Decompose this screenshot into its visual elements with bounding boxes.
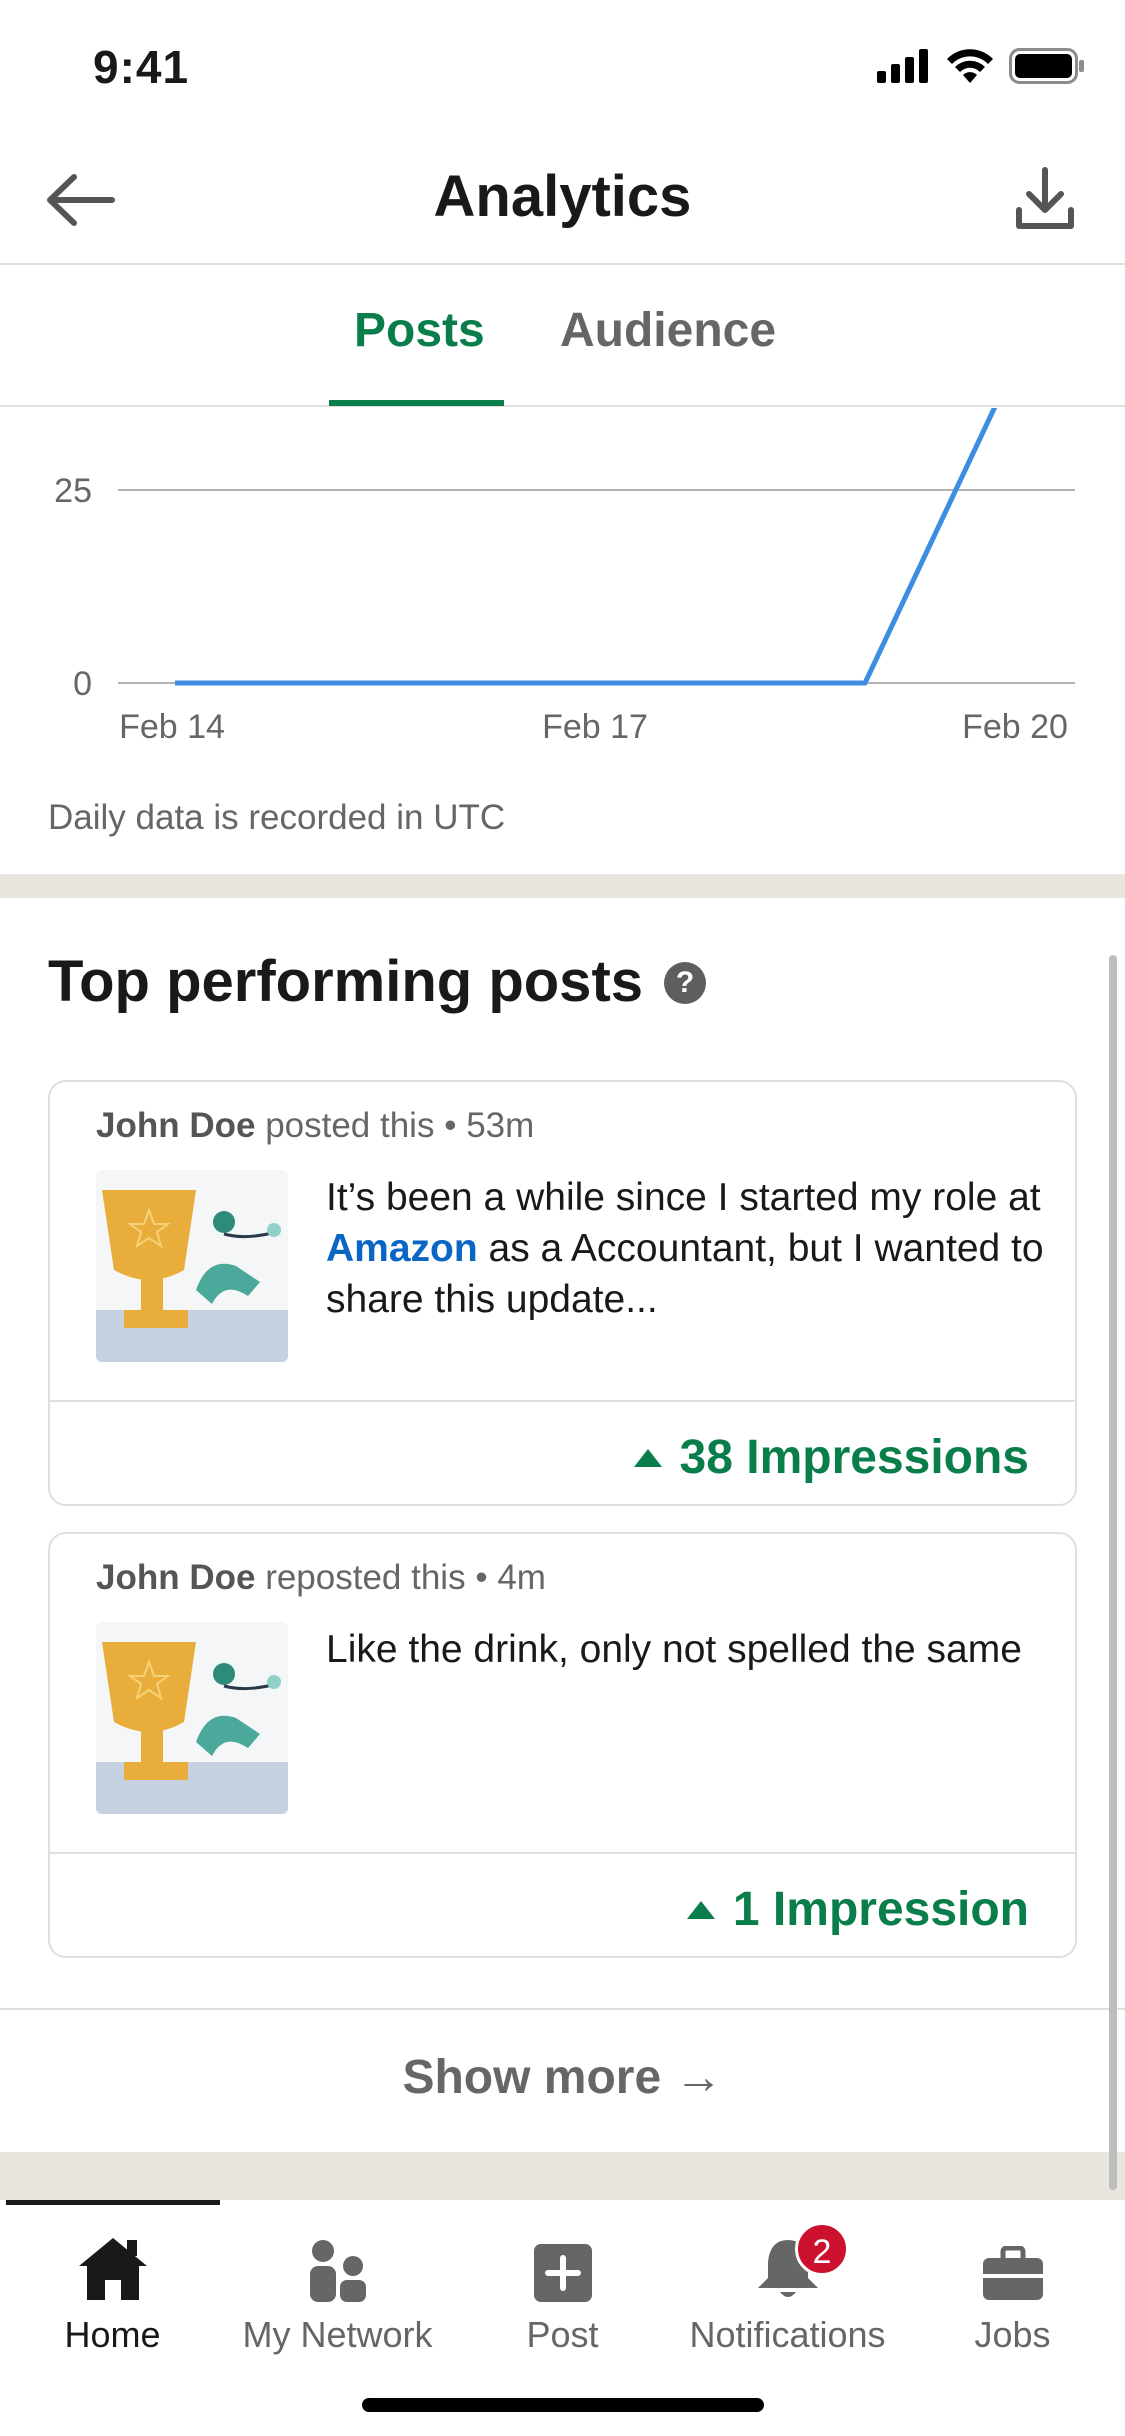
active-tab-indicator: [329, 400, 504, 406]
post-card[interactable]: John Doe reposted this • 4m Like the dri…: [48, 1532, 1077, 1958]
post-text-start: It’s been a while since I started my rol…: [326, 1176, 1041, 1219]
home-indicator: [362, 2398, 764, 2412]
post-action: posted this: [265, 1106, 435, 1145]
divider: [0, 2008, 1125, 2010]
post-text: Like the drink, only not spelled the sam…: [326, 1624, 1046, 1675]
company-link[interactable]: Amazon: [326, 1227, 478, 1270]
post-time: 4m: [497, 1558, 546, 1597]
post-action: reposted this: [265, 1558, 466, 1597]
status-time: 9:41: [93, 41, 190, 93]
trophy-illustration-icon: [96, 1642, 288, 1814]
post-text: It’s been a while since I started my rol…: [326, 1172, 1046, 1325]
meta-separator: •: [475, 1558, 488, 1597]
section-divider: [0, 874, 1125, 898]
x-tick-label: Feb 14: [119, 708, 225, 746]
post-thumbnail[interactable]: [96, 1170, 288, 1362]
tab-audience[interactable]: Audience: [560, 303, 776, 358]
nav-item-home[interactable]: Home: [0, 2212, 225, 2356]
chart-note: Daily data is recorded in UTC: [48, 798, 506, 837]
nav-label: My Network: [242, 2314, 433, 2355]
post-text-start: Like the drink, only not spelled the sam…: [326, 1628, 1022, 1671]
post-thumbnail[interactable]: [96, 1622, 288, 1814]
section-title: Top performing posts: [48, 949, 644, 1014]
nav-label: Post: [526, 2314, 599, 2355]
nav-item-notifications[interactable]: 2 Notifications: [675, 2212, 900, 2356]
status-icons: [877, 48, 1085, 84]
post-meta: John Doe posted this • 53m: [96, 1106, 534, 1146]
post-footer: 38 Impressions: [50, 1400, 1075, 1506]
signal-icon: [877, 49, 928, 83]
app-header: Analytics: [0, 135, 1125, 265]
meta-separator: •: [444, 1106, 457, 1145]
y-tick-label: 25: [54, 472, 92, 510]
tab-posts[interactable]: Posts: [354, 303, 485, 358]
plus-square-icon: [533, 2244, 592, 2302]
nav-label: Jobs: [974, 2314, 1051, 2355]
impressions-label: 38 Impressions: [679, 1431, 1030, 1484]
download-icon: [1016, 167, 1074, 229]
line-chart: 0 25 Feb 14 Feb 17 Feb 20: [54, 408, 1075, 746]
nav-item-my-network[interactable]: My Network: [225, 2212, 450, 2356]
impressions-count[interactable]: 1 Impression: [686, 1882, 1029, 1937]
briefcase-icon: [982, 2246, 1043, 2300]
scrollbar[interactable]: [1109, 955, 1117, 2190]
x-tick-label: Feb 17: [542, 708, 648, 746]
page-title: Analytics: [433, 164, 692, 229]
help-icon[interactable]: ?: [664, 962, 706, 1004]
battery-icon: [1009, 48, 1084, 84]
active-nav-indicator: [6, 2200, 220, 2205]
post-author[interactable]: John Doe: [96, 1106, 255, 1145]
analytics-tabs: Posts Audience: [0, 265, 1125, 407]
y-tick-label: 0: [73, 665, 92, 703]
series-line: [175, 408, 998, 686]
post-card[interactable]: John Doe posted this • 53m It’s been a w…: [48, 1080, 1077, 1506]
trend-up-icon: [633, 1448, 662, 1467]
post-author[interactable]: John Doe: [96, 1558, 255, 1597]
nav-item-jobs[interactable]: Jobs: [900, 2212, 1125, 2356]
trophy-illustration-icon: [96, 1190, 288, 1362]
post-time: 53m: [466, 1106, 535, 1145]
home-icon: [78, 2238, 147, 2300]
x-tick-label: Feb 20: [962, 708, 1068, 746]
notification-badge: 2: [795, 2222, 849, 2276]
status-bar: 9:41: [0, 0, 1125, 135]
post-footer: 1 Impression: [50, 1852, 1075, 1958]
people-icon: [309, 2240, 366, 2302]
trend-up-icon: [686, 1900, 715, 1919]
section-divider: [0, 2152, 1125, 2200]
nav-label: Home: [64, 2314, 161, 2355]
wifi-icon: [947, 49, 993, 83]
impressions-label: 1 Impression: [732, 1883, 1029, 1936]
impressions-count[interactable]: 38 Impressions: [633, 1430, 1030, 1485]
post-meta: John Doe reposted this • 4m: [96, 1558, 546, 1598]
nav-label: Notifications: [689, 2314, 886, 2355]
show-more-button[interactable]: Show more →: [0, 2050, 1125, 2105]
download-button[interactable]: [1005, 160, 1085, 240]
nav-item-post[interactable]: Post: [450, 2212, 675, 2356]
